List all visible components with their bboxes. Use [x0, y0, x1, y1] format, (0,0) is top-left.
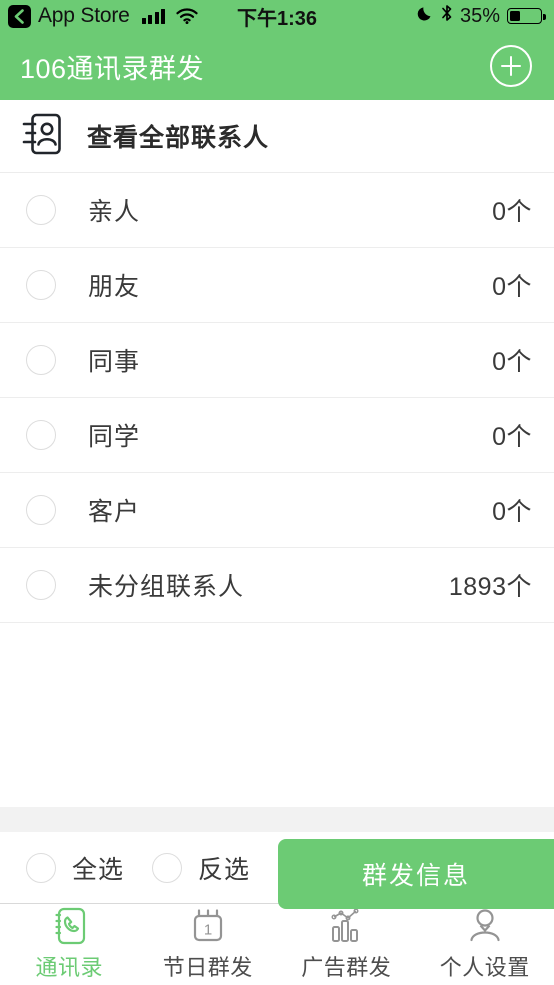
- row-checkbox[interactable]: [26, 420, 56, 450]
- row-checkbox[interactable]: [26, 495, 56, 525]
- group-count: 1893个: [448, 573, 532, 601]
- group-count: 0个: [492, 273, 532, 301]
- tab-ad-messages[interactable]: 广告群发: [277, 904, 416, 985]
- row-checkbox[interactable]: [26, 570, 56, 600]
- section-gap: [0, 807, 554, 832]
- view-all-contacts-label: 查看全部联系人: [87, 124, 270, 152]
- table-row[interactable]: 同事 0个: [0, 323, 554, 398]
- row-checkbox[interactable]: [26, 195, 56, 225]
- select-all-checkbox[interactable]: [26, 852, 56, 883]
- view-all-contacts-row[interactable]: 查看全部联系人: [0, 100, 554, 173]
- wifi-icon: [176, 8, 198, 24]
- group-list: 亲人 0个 朋友 0个 同事 0个 同学 0个 客户 0个 未分组联系人 189…: [0, 173, 554, 623]
- phone-book-icon: [51, 907, 87, 945]
- status-bar-right: 35%: [417, 4, 546, 28]
- person-icon: [466, 907, 504, 945]
- group-name: 亲人: [88, 198, 141, 226]
- tab-personal-settings[interactable]: 个人设置: [416, 904, 554, 985]
- select-all-label: 全选: [72, 855, 125, 884]
- group-count: 0个: [492, 498, 532, 526]
- app-screen: App Store 下午1:36 35% 106通讯录群发 查看全部联系人 亲人…: [0, 0, 554, 985]
- group-name: 同事: [88, 348, 141, 376]
- navigation-bar: 106通讯录群发: [0, 32, 554, 100]
- page-title: 106通讯录群发: [20, 53, 205, 84]
- chevron-left-icon[interactable]: [8, 4, 31, 28]
- battery-percent-label: 35%: [459, 4, 500, 27]
- tab-bar: 通讯录 1 节日群发 广告群发 个人设置: [0, 903, 554, 985]
- tab-label: 节日群发: [162, 955, 253, 980]
- send-mass-message-button[interactable]: 群发信息: [278, 839, 554, 909]
- group-count: 0个: [492, 423, 532, 451]
- status-bar: App Store 下午1:36 35%: [0, 0, 554, 32]
- status-time: 下午1:36: [236, 7, 318, 30]
- table-row[interactable]: 客户 0个: [0, 473, 554, 548]
- tab-label: 广告群发: [301, 955, 392, 980]
- tab-holiday-messages[interactable]: 1 节日群发: [139, 904, 278, 985]
- table-row[interactable]: 亲人 0个: [0, 173, 554, 248]
- group-name: 未分组联系人: [88, 573, 245, 601]
- moon-icon: [417, 5, 434, 28]
- group-count: 0个: [492, 198, 532, 226]
- invert-selection-label: 反选: [198, 855, 251, 884]
- group-name: 同学: [88, 423, 141, 451]
- status-back-label[interactable]: App Store: [38, 4, 130, 28]
- table-row[interactable]: 未分组联系人 1893个: [0, 548, 554, 623]
- contact-card-icon: [22, 112, 62, 161]
- select-all-control[interactable]: 全选: [26, 850, 124, 886]
- invert-selection-control[interactable]: 反选: [152, 850, 250, 886]
- cellular-signal-icon: [141, 8, 166, 24]
- bluetooth-icon: [441, 4, 453, 28]
- calendar-icon: 1: [189, 907, 227, 945]
- tab-contacts[interactable]: 通讯录: [0, 904, 139, 985]
- status-bar-left: App Store: [8, 4, 198, 28]
- group-name: 客户: [88, 498, 141, 526]
- action-bar: 全选 反选 群发信息: [0, 832, 554, 909]
- row-checkbox[interactable]: [26, 270, 56, 300]
- tab-label: 个人设置: [439, 955, 530, 980]
- table-row[interactable]: 同学 0个: [0, 398, 554, 473]
- plus-circle-icon[interactable]: [490, 45, 532, 87]
- row-checkbox[interactable]: [26, 345, 56, 375]
- empty-space: [0, 623, 554, 807]
- battery-icon: [507, 8, 546, 24]
- group-count: 0个: [492, 348, 532, 376]
- invert-selection-checkbox[interactable]: [152, 852, 183, 883]
- tab-label: 通讯录: [35, 955, 103, 980]
- bar-chart-icon: [327, 907, 365, 945]
- table-row[interactable]: 朋友 0个: [0, 248, 554, 323]
- svg-text:1: 1: [204, 922, 212, 939]
- group-name: 朋友: [88, 273, 141, 301]
